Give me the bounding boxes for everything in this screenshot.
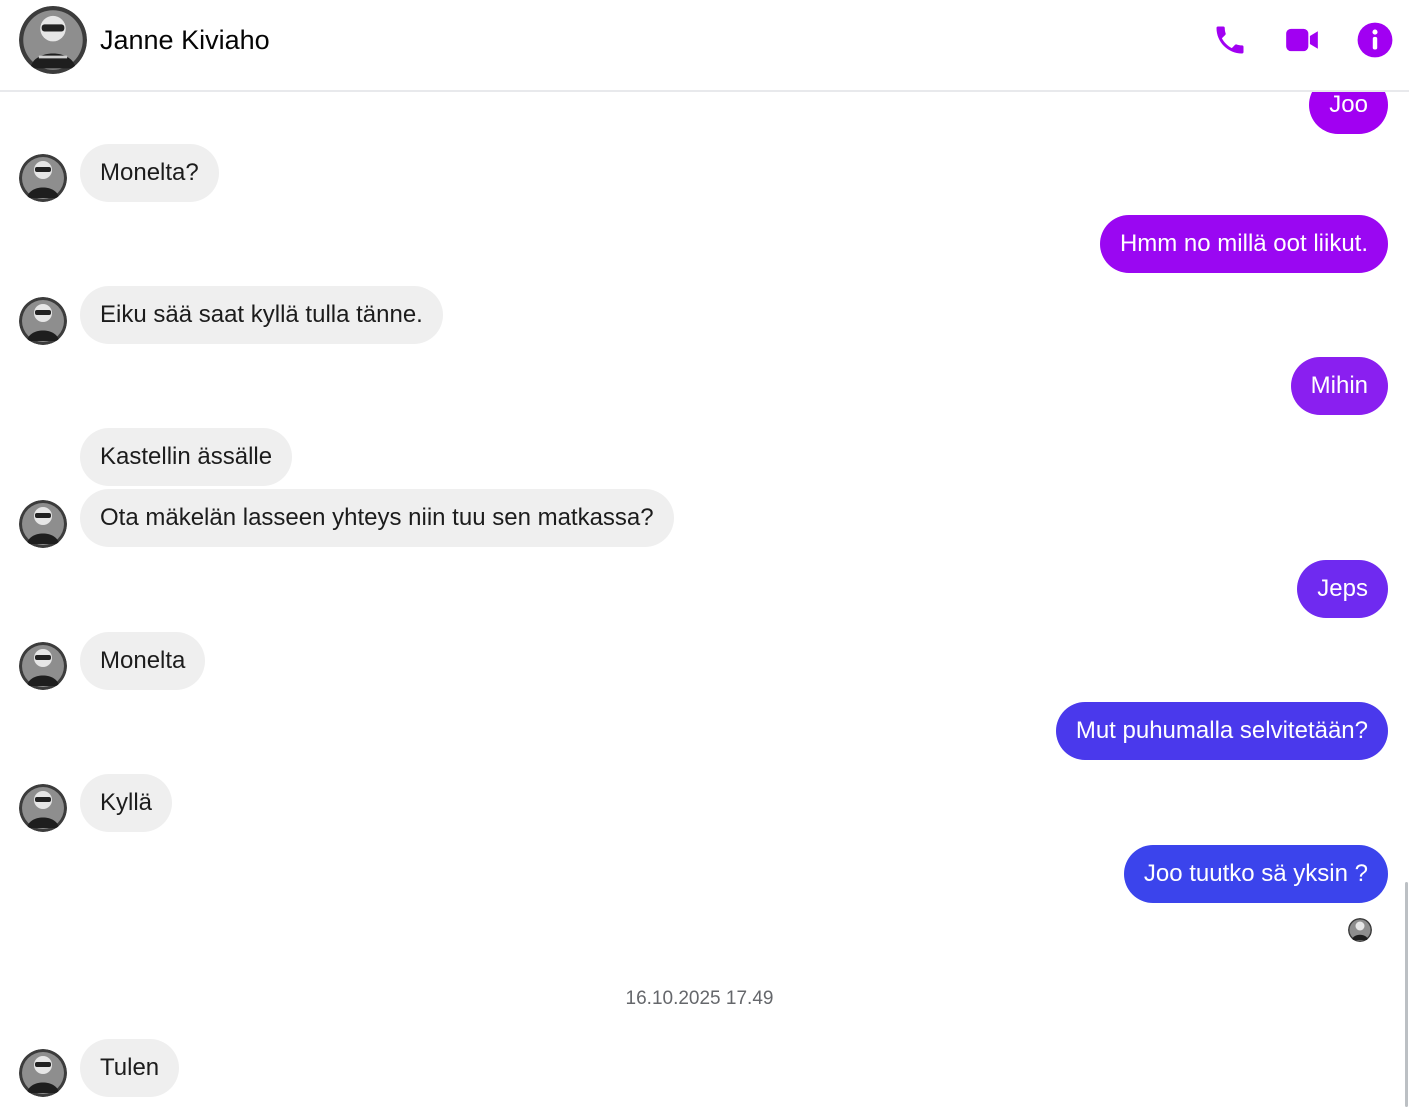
phone-icon[interactable]: [1210, 20, 1250, 60]
incoming-message[interactable]: Kastellin ässälle: [80, 428, 293, 486]
outgoing-message[interactable]: Jeps: [1297, 560, 1388, 618]
incoming-message[interactable]: Kyllä: [80, 774, 173, 832]
contact-avatar-small: [19, 154, 67, 202]
scrollbar-thumb[interactable]: [1405, 882, 1408, 1107]
outgoing-message[interactable]: Joo: [1309, 92, 1388, 134]
outgoing-message[interactable]: Mut puhumalla selvitetään?: [1055, 702, 1388, 760]
incoming-message[interactable]: Monelta: [80, 632, 206, 690]
contact-avatar-small: [19, 642, 67, 690]
outgoing-message[interactable]: Hmm no millä oot liikut.: [1099, 215, 1388, 273]
contact-avatar-small: [19, 500, 67, 548]
incoming-message[interactable]: Eiku sää saat kyllä tulla tänne.: [80, 286, 443, 344]
seen-avatar-icon: [1348, 918, 1372, 942]
contact-avatar-small: [19, 297, 67, 345]
incoming-message[interactable]: Tulen: [80, 1039, 180, 1097]
outgoing-message[interactable]: Mihin: [1290, 357, 1388, 415]
incoming-message[interactable]: Ota mäkelän lasseen yhteys niin tuu sen …: [80, 489, 674, 547]
outgoing-message[interactable]: Joo tuutko sä yksin ?: [1123, 845, 1388, 903]
incoming-message[interactable]: Monelta?: [80, 144, 219, 202]
contact-name[interactable]: Janne Kiviaho: [100, 22, 270, 58]
contact-avatar-small: [19, 784, 67, 832]
chat-header: Janne Kiviaho: [0, 0, 1409, 92]
message-list[interactable]: Joo Monelta? Hmm no millä oot liikut. Ei…: [0, 92, 1409, 1119]
video-camera-icon[interactable]: [1282, 20, 1322, 60]
timestamp-divider: 16.10.2025 17.49: [625, 988, 774, 1009]
contact-avatar[interactable]: [19, 6, 87, 74]
info-icon[interactable]: [1355, 20, 1395, 60]
scrollbar[interactable]: [1404, 92, 1409, 1119]
contact-avatar-small: [19, 1049, 67, 1097]
